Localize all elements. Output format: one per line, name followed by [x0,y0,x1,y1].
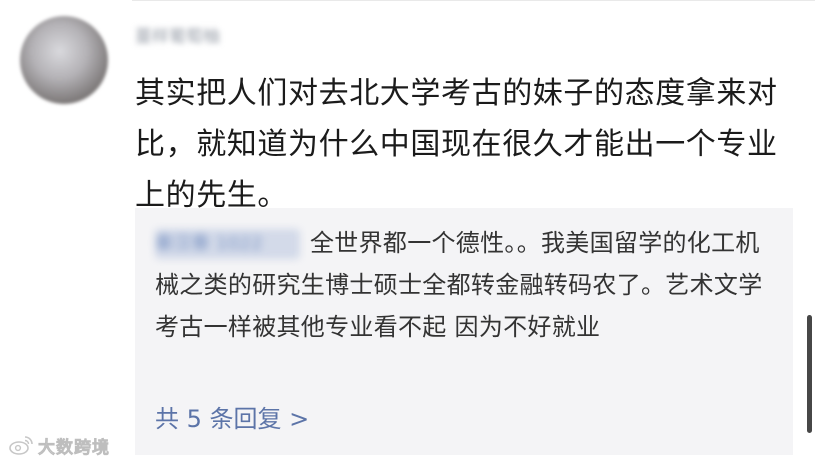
avatar[interactable] [20,16,108,104]
watermark-text: 大数跨境 [38,437,110,458]
comment-text: 其实把人们对去北大学考古的妹子的态度拿来对比，就知道为什么中国现在很久才能出一个… [135,76,778,213]
scroll-indicator[interactable] [807,315,812,433]
reply-item: 秦汉春 1022 全世界都一个德性。。我美国留学的化工机械之类的研究生博士硕士全都… [155,222,780,348]
reply-username[interactable]: 秦汉春 1022 [155,229,300,259]
watermark: 大数跨境 [8,431,110,459]
comment-username[interactable]: 蔓样葡萄柚 [135,25,275,49]
top-divider [132,0,815,1]
more-replies-link[interactable]: 共 5 条回复 > [155,401,309,437]
comment-page: 蔓样葡萄柚 其实把人们对去北大学考古的妹子的态度拿来对比，就知道为什么中国现在很… [0,0,815,463]
reply-box: 秦汉春 1022 全世界都一个德性。。我美国留学的化工机械之类的研究生博士硕士全都… [135,208,793,455]
weibo-logo-icon [9,436,33,455]
